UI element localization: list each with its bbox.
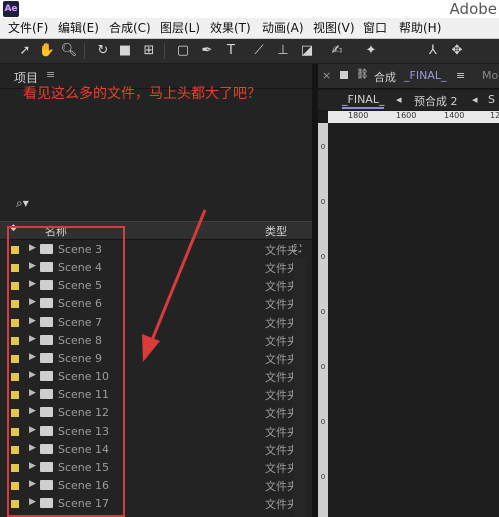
rectangle-tool-icon[interactable]: ▢ [174, 41, 192, 61]
menu-effect[interactable]: 效果(T) [210, 20, 251, 36]
annotation-text: 看见这么多的文件，马上头都大了吧？ [23, 86, 261, 102]
menu-bar: 文件(F) 编辑(E) 合成(C) 图层(L) 效果(T) 动画(A) 视图(V… [0, 18, 499, 39]
ruler-tick-label: 1800 [348, 111, 369, 120]
chevron-left-icon[interactable]: ◂ [472, 93, 478, 106]
horizontal-ruler[interactable]: 1800 1600 1400 12 [328, 111, 499, 123]
camera-tool-icon[interactable]: ■ [116, 41, 134, 61]
puppet-pin-tool-icon[interactable]: ✦ [362, 41, 380, 61]
panel-menu-icon[interactable]: ≡ [456, 69, 465, 82]
menu-edit[interactable]: 编辑(E) [58, 20, 99, 36]
menu-animation[interactable]: 动画(A) [262, 20, 304, 36]
vertical-ruler[interactable]: 0 0 0 0 0 0 0 [318, 123, 328, 517]
tools-toolbar: ➚ ✋ 🔍︎ ↻ ■ ⊞ ▢ ✒ T ⟋ ⊥ ◪ ✍ ✦ ⅄ ✥ [0, 39, 499, 64]
pan-behind-tool-icon[interactable]: ⊞ [140, 41, 158, 61]
chevron-left-icon[interactable]: ◂ [396, 93, 402, 106]
app-brand: Adobe [449, 0, 497, 18]
title-bar: Ae Adobe [0, 0, 499, 18]
ruler-tick-label: 1400 [444, 111, 465, 120]
app-icon: Ae [3, 1, 19, 17]
ruler-tick-label: 0 [320, 143, 326, 151]
menu-window[interactable]: 窗口 [363, 20, 387, 36]
link-icon[interactable]: ⛓ [356, 69, 369, 80]
ruler-tick-label: 0 [320, 418, 326, 426]
ruler-tick-label: 0 [320, 198, 326, 206]
composition-tab-name[interactable]: _FINAL_ [404, 69, 446, 82]
menu-compose[interactable]: 合成(C) [109, 20, 151, 36]
search-icon[interactable]: ⌕▾ [16, 196, 29, 211]
ruler-tick-label: 0 [320, 253, 326, 261]
menu-layer[interactable]: 图层(L) [160, 20, 200, 36]
panel-menu-icon[interactable]: ≡ [46, 68, 55, 81]
menu-help[interactable]: 帮助(H) [399, 20, 441, 36]
hand-tool-icon[interactable]: ✋ [38, 41, 56, 61]
rotate-tool-icon[interactable]: ↻ [94, 41, 112, 61]
toolbar-divider [164, 43, 165, 59]
ruler-tick-label: 0 [320, 363, 326, 371]
ruler-tick-label: 1600 [396, 111, 417, 120]
composition-tab-bar: × ⛓ 合成 _FINAL_ ≡ Mo [318, 64, 499, 89]
toolbar-divider [84, 43, 85, 59]
pen-tool-icon[interactable]: ✒ [198, 41, 216, 61]
breadcrumb-next[interactable]: S [488, 93, 495, 106]
axis-world-icon[interactable]: ✥ [448, 41, 466, 61]
lock-icon[interactable] [340, 71, 348, 79]
selection-tool-icon[interactable]: ➚ [16, 41, 34, 61]
close-tab-icon[interactable]: × [322, 69, 331, 82]
composition-breadcrumb: _FINAL_ ◂ 预合成 2 ◂ S [318, 90, 499, 110]
composition-panel: × ⛓ 合成 _FINAL_ ≡ Mo _FINAL_ ◂ 预合成 2 ◂ S … [318, 64, 499, 517]
menu-view[interactable]: 视图(V) [313, 20, 355, 36]
next-panel-tab[interactable]: Mo [482, 69, 498, 82]
eraser-tool-icon[interactable]: ◪ [298, 41, 316, 61]
ruler-tick-label: 0 [320, 473, 326, 481]
zoom-tool-icon[interactable]: 🔍︎ [60, 41, 78, 61]
composition-tab-label[interactable]: 合成 [374, 69, 396, 85]
project-search-bar[interactable]: ⌕▾ [6, 196, 306, 214]
breadcrumb-precomp[interactable]: 预合成 2 [414, 93, 458, 109]
type-column-header[interactable]: 类型 [265, 223, 287, 239]
breadcrumb-final[interactable]: _FINAL_ [342, 93, 385, 109]
composition-viewer[interactable] [328, 123, 499, 517]
highlight-box [7, 226, 125, 517]
clone-stamp-tool-icon[interactable]: ⊥ [274, 41, 292, 61]
roto-brush-tool-icon[interactable]: ✍ [328, 41, 346, 61]
ruler-tick-label: 12 [490, 111, 499, 120]
flowchart-icon[interactable]: ⛶ [294, 244, 301, 255]
project-scrollbar[interactable] [293, 258, 307, 517]
type-tool-icon[interactable]: T [222, 41, 240, 61]
axis-local-icon[interactable]: ⅄ [424, 41, 442, 61]
brush-tool-icon[interactable]: ⟋ [250, 41, 268, 61]
ruler-tick-label: 0 [320, 308, 326, 316]
menu-file[interactable]: 文件(F) [8, 20, 48, 36]
